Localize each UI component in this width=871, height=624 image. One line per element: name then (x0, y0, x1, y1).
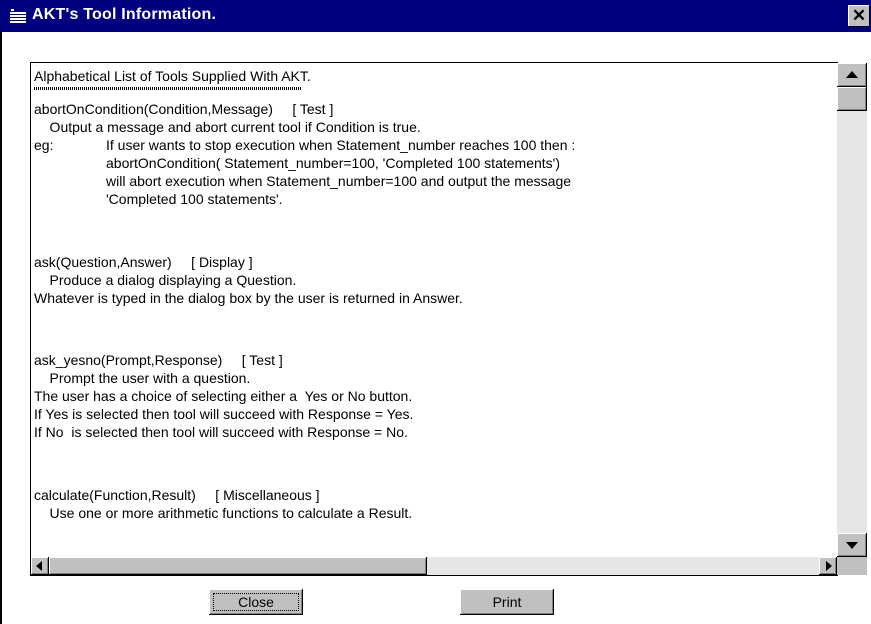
tool-signature: abortOnCondition(Condition,Message) [ Te… (34, 101, 334, 117)
horizontal-scroll-thumb[interactable] (49, 557, 427, 575)
close-window-button[interactable]: ✕ (848, 5, 870, 27)
text-content: Alphabetical List of Tools Supplied With… (31, 63, 836, 557)
scroll-right-arrow-icon (826, 561, 832, 571)
tool-description: Use one or more arithmetic functions to … (34, 505, 413, 521)
close-icon: ✕ (851, 6, 867, 25)
tool-signature: calculate(Function,Result) [ Miscellaneo… (34, 487, 320, 503)
title-bar[interactable]: AKT's Tool Information. ✕ (0, 0, 871, 32)
scroll-up-button[interactable] (837, 63, 867, 87)
tool-info-textbox[interactable]: Alphabetical List of Tools Supplied With… (30, 62, 867, 576)
window-title: AKT's Tool Information. (32, 6, 217, 23)
scrollbar-corner (837, 557, 867, 575)
window-app-icon[interactable] (10, 8, 26, 24)
scroll-down-arrow-icon (846, 542, 858, 549)
scroll-up-arrow-icon (846, 71, 858, 78)
tool-description: Output a message and abort current tool … (34, 119, 421, 135)
tool-description: Prompt the user with a question. (34, 370, 251, 386)
heading-underline (34, 87, 301, 90)
scroll-left-arrow-icon (36, 561, 42, 571)
example-label: eg: (34, 137, 54, 153)
tool-signature: ask(Question,Answer) [ Display ] (34, 254, 253, 270)
dialog-body: Alphabetical List of Tools Supplied With… (0, 32, 871, 624)
horizontal-scrollbar[interactable] (31, 557, 837, 575)
print-button[interactable]: Print (460, 589, 554, 615)
close-button[interactable]: Close (209, 589, 303, 615)
scroll-left-button[interactable] (31, 557, 49, 575)
vertical-scrollbar[interactable] (837, 63, 867, 557)
tool-description: Whatever is typed in the dialog box by t… (34, 290, 463, 306)
tool-description: If No is selected then tool will succeed… (34, 424, 408, 440)
example-text: will abort execution when Statement_numb… (106, 173, 572, 189)
tool-description: If Yes is selected then tool will succee… (34, 406, 414, 422)
vertical-scroll-thumb[interactable] (837, 87, 867, 111)
scroll-right-button[interactable] (819, 557, 837, 575)
scroll-down-button[interactable] (837, 533, 867, 557)
tool-signature: ask_yesno(Prompt,Response) [ Test ] (34, 352, 283, 368)
list-heading: Alphabetical List of Tools Supplied With… (34, 68, 311, 84)
window-border (0, 32, 2, 624)
example-text: abortOnCondition( Statement_number=100, … (106, 155, 560, 171)
example-text: If user wants to stop execution when Sta… (106, 137, 576, 153)
tool-description: Produce a dialog displaying a Question. (34, 272, 297, 288)
example-text: 'Completed 100 statements'. (106, 191, 283, 207)
tool-description: The user has a choice of selecting eithe… (34, 388, 413, 404)
